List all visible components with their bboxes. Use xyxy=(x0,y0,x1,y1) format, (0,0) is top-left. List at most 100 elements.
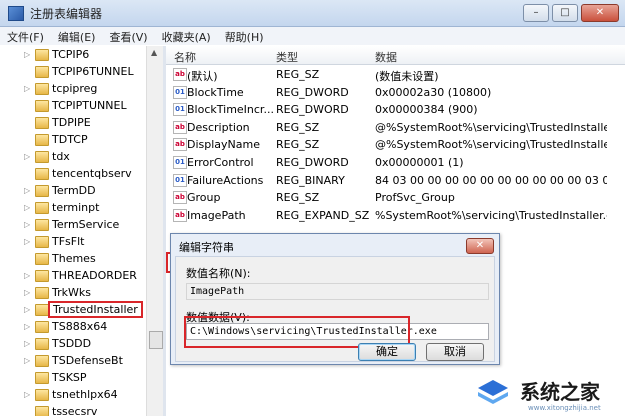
folder-icon xyxy=(35,202,49,214)
close-button[interactable]: ✕ xyxy=(581,4,619,22)
tree-item-tdx[interactable]: ▷ tdx xyxy=(0,148,146,165)
tree-scrollbar[interactable]: ▲ xyxy=(146,46,164,416)
value-name: ErrorControl xyxy=(187,156,254,169)
value-row[interactable]: ab Group REG_SZ ProfSvc_Group xyxy=(166,188,625,206)
value-name-label: 数值名称(N): xyxy=(186,267,251,280)
tree-item-tcpiptunnel[interactable]: TCPIPTUNNEL xyxy=(0,97,146,114)
expand-arrow-icon[interactable]: ▷ xyxy=(24,356,30,365)
tree-item-tsdefensebt[interactable]: ▷ TSDefenseBt xyxy=(0,352,146,369)
expand-arrow-icon[interactable]: ▷ xyxy=(24,271,30,280)
expand-arrow-icon[interactable]: ▷ xyxy=(24,390,30,399)
tree-item-termservice[interactable]: ▷ TermService xyxy=(0,216,146,233)
tree-item-label: TrustedInstaller xyxy=(48,301,143,318)
menu-view[interactable]: 查看(V) xyxy=(102,27,154,45)
folder-icon xyxy=(35,49,49,61)
value-row[interactable]: ab Description REG_SZ @%SystemRoot%\servici… xyxy=(166,118,625,136)
value-row[interactable]: 01 ErrorControl REG_DWORD 0x00000001 (1) xyxy=(166,153,625,171)
tree-item-tcpip6[interactable]: ▷ TCPIP6 xyxy=(0,46,146,63)
edit-string-dialog: 编辑字符串 ✕ 数值名称(N): ImagePath 数值数据(V): C:\W… xyxy=(170,233,500,365)
tree-item-tsksp[interactable]: TSKSP xyxy=(0,369,146,386)
expand-arrow-icon[interactable]: ▷ xyxy=(24,288,30,297)
column-header-type[interactable]: 类型 xyxy=(276,49,298,65)
value-data: %SystemRoot%\servicing\TrustedInstaller.… xyxy=(375,208,607,222)
string-value-icon: ab xyxy=(173,120,187,134)
value-type: REG_SZ xyxy=(276,68,320,81)
tree-item-label: Themes xyxy=(52,252,96,265)
menu-help[interactable]: 帮助(H) xyxy=(218,27,271,45)
string-value-icon: ab xyxy=(173,208,187,222)
value-type: REG_BINARY xyxy=(276,173,345,187)
expand-arrow-icon[interactable]: ▷ xyxy=(24,50,30,59)
value-data: @%SystemRoot%\servicing\TrustedInstaller… xyxy=(375,120,607,134)
folder-icon xyxy=(35,389,49,401)
tree-item-termdd[interactable]: ▷ TermDD xyxy=(0,182,146,199)
tree-item-tdpipe[interactable]: TDPIPE xyxy=(0,114,146,131)
expand-arrow-icon[interactable]: ▷ xyxy=(24,152,30,161)
tree-item-tcpip6tunnel[interactable]: TCPIP6TUNNEL xyxy=(0,63,146,80)
tree-item-tssecsrv[interactable]: tssecsrv xyxy=(0,403,146,416)
value-name: Description xyxy=(187,120,250,134)
expand-arrow-icon[interactable]: ▷ xyxy=(24,220,30,229)
scroll-up-icon[interactable]: ▲ xyxy=(151,48,157,57)
value-row[interactable]: ab (默认) REG_SZ (数值未设置) xyxy=(166,65,625,83)
list-header: 名称 类型 数据 xyxy=(166,46,625,65)
tree-item-tfsflt[interactable]: ▷ TFsFlt xyxy=(0,233,146,250)
menu-favorites[interactable]: 收藏夹(A) xyxy=(155,27,218,45)
column-header-name[interactable]: 名称 xyxy=(174,49,196,65)
tree-item-trustedinstaller[interactable]: ▷ TrustedInstaller xyxy=(0,301,146,318)
value-data: 0x00002a30 (10800) xyxy=(375,85,492,99)
expand-arrow-icon[interactable]: ▷ xyxy=(24,237,30,246)
tree-item-trkwks[interactable]: ▷ TrkWks xyxy=(0,284,146,301)
value-row[interactable]: 01 BlockTime REG_DWORD 0x00002a30 (10800) xyxy=(166,83,625,101)
tree-item-label: TCPIP6TUNNEL xyxy=(52,65,134,78)
tree-item-label: TDTCP xyxy=(52,133,88,146)
folder-icon xyxy=(35,151,49,163)
tree-item-ts888x64[interactable]: ▷ TS888x64 xyxy=(0,318,146,335)
folder-icon xyxy=(35,168,49,180)
tree-item-label: tssecsrv xyxy=(52,405,98,416)
tree-item-label: TSDDD xyxy=(52,337,92,350)
minimize-button[interactable]: – xyxy=(523,4,549,22)
tree-item-tsnethlpx64[interactable]: ▷ tsnethlpx64 xyxy=(0,386,146,403)
expand-arrow-icon[interactable]: ▷ xyxy=(24,339,30,348)
value-row[interactable]: 01 FailureActions REG_BINARY 84 03 00 00 00… xyxy=(166,171,625,189)
dialog-close-button[interactable]: ✕ xyxy=(466,238,494,254)
tree-item-threadorder[interactable]: ▷ THREADORDER xyxy=(0,267,146,284)
value-row[interactable]: ab DisplayName REG_SZ @%SystemRoot%\servici… xyxy=(166,135,625,153)
expand-arrow-icon[interactable]: ▷ xyxy=(24,203,30,212)
tree-item-tencentqbserv[interactable]: tencentqbserv xyxy=(0,165,146,182)
value-row[interactable]: ab ImagePath REG_EXPAND_SZ %SystemRoot%\ser… xyxy=(166,206,625,224)
tree-item-terminpt[interactable]: ▷ terminpt xyxy=(0,199,146,216)
tree-item-label: tcpipreg xyxy=(52,82,98,95)
scrollbar-thumb[interactable] xyxy=(149,331,163,349)
menu-bar: 文件(F) 编辑(E) 查看(V) 收藏夹(A) 帮助(H) xyxy=(0,27,625,45)
tree-item-label: TSKSP xyxy=(52,371,87,384)
value-name-field: ImagePath xyxy=(186,283,489,300)
ok-button[interactable]: 确定 xyxy=(358,343,416,361)
expand-arrow-icon[interactable]: ▷ xyxy=(24,305,30,314)
maximize-button[interactable]: □ xyxy=(552,4,578,22)
menu-file[interactable]: 文件(F) xyxy=(0,27,51,45)
expand-arrow-icon[interactable]: ▷ xyxy=(24,84,30,93)
expand-arrow-icon[interactable]: ▷ xyxy=(24,322,30,331)
cancel-button[interactable]: 取消 xyxy=(426,343,484,361)
value-type: REG_DWORD xyxy=(276,85,349,99)
title-bar[interactable]: 注册表编辑器 – □ ✕ xyxy=(0,0,625,27)
string-value-icon: ab xyxy=(173,68,187,81)
registry-key-tree[interactable]: ▷ TCPIP6 TCPIP6TUNNEL ▷ tcpipreg TCPIPTUNNEL T… xyxy=(0,46,146,416)
value-data: ProfSvc_Group xyxy=(375,191,455,205)
value-row[interactable]: 01 BlockTimeIncr... REG_DWORD 0x00000384 (9… xyxy=(166,100,625,118)
folder-icon xyxy=(35,219,49,231)
string-value-icon: ab xyxy=(173,138,187,152)
tree-item-tsddd[interactable]: ▷ TSDDD xyxy=(0,335,146,352)
menu-edit[interactable]: 编辑(E) xyxy=(51,27,103,45)
tree-item-themes[interactable]: Themes xyxy=(0,250,146,267)
tree-item-tcpipreg[interactable]: ▷ tcpipreg xyxy=(0,80,146,97)
tree-item-tdtcp[interactable]: TDTCP xyxy=(0,131,146,148)
expand-arrow-icon[interactable]: ▷ xyxy=(24,186,30,195)
window-title: 注册表编辑器 xyxy=(30,7,103,21)
column-header-data[interactable]: 数据 xyxy=(375,49,397,65)
value-data: 0x00000001 (1) xyxy=(375,156,464,169)
folder-icon xyxy=(35,100,49,112)
folder-icon xyxy=(35,338,49,350)
